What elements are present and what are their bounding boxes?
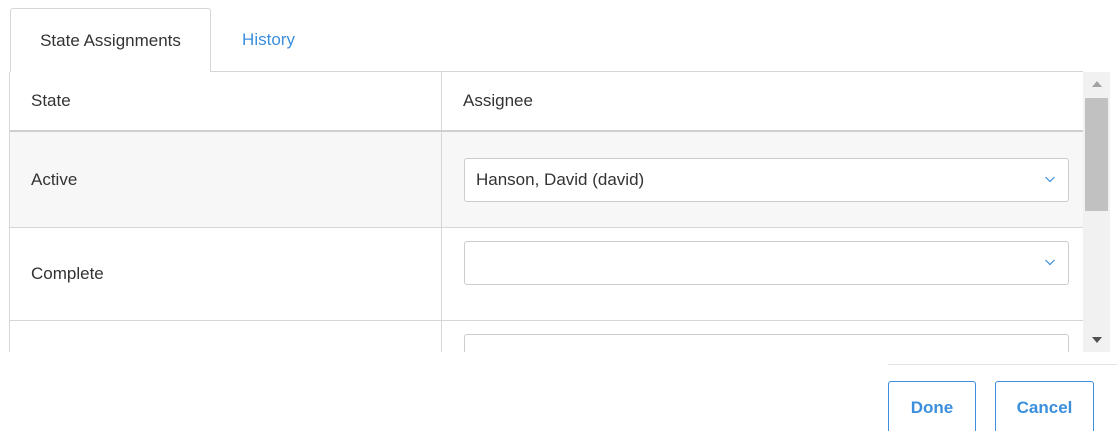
tab-history[interactable]: History [211, 8, 326, 72]
table-row: Complete [10, 228, 1083, 321]
scroll-down-button[interactable] [1083, 328, 1110, 352]
assignee-cell: Hanson, David (david) [442, 132, 1083, 227]
tab-history-label: History [242, 30, 295, 49]
state-label: Active [31, 169, 78, 189]
assignee-select[interactable] [464, 334, 1069, 352]
triangle-up-icon [1091, 81, 1102, 87]
chevron-down-icon [1045, 176, 1055, 183]
table-row [10, 321, 1083, 352]
state-cell: Complete [10, 228, 442, 320]
footer-divider [888, 364, 1117, 365]
cancel-button[interactable]: Cancel [995, 381, 1094, 431]
state-assignments-table: State Assignee Active Hanson, David (dav… [9, 72, 1083, 352]
state-label: Complete [31, 264, 104, 283]
assignee-cell [442, 228, 1083, 320]
column-header-assignee: Assignee [442, 72, 1083, 130]
assignee-select[interactable]: Hanson, David (david) [464, 158, 1069, 202]
chevron-down-icon [1045, 259, 1055, 266]
state-cell: Active [10, 132, 442, 227]
state-assignments-dialog: State Assignments History State Assignee… [0, 0, 1117, 431]
tab-state-assignments-label: State Assignments [40, 30, 181, 50]
assignee-select-value: Hanson, David (david) [476, 170, 645, 189]
tab-state-assignments[interactable]: State Assignments [10, 8, 211, 72]
assignee-select[interactable] [464, 241, 1069, 285]
column-header-assignee-label: Assignee [463, 91, 533, 110]
table-header-row: State Assignee [10, 72, 1083, 132]
triangle-down-icon [1091, 337, 1102, 343]
scroll-thumb[interactable] [1085, 98, 1108, 211]
done-button[interactable]: Done [888, 381, 976, 431]
column-header-state-label: State [31, 91, 71, 110]
assignee-cell [442, 321, 1083, 352]
state-cell [10, 321, 442, 352]
table-scrollbar[interactable] [1083, 72, 1110, 352]
scroll-up-button[interactable] [1083, 72, 1110, 96]
table-row: Active Hanson, David (david) [10, 132, 1083, 228]
column-header-state: State [10, 72, 442, 130]
chevron-down-icon [1044, 349, 1056, 352]
